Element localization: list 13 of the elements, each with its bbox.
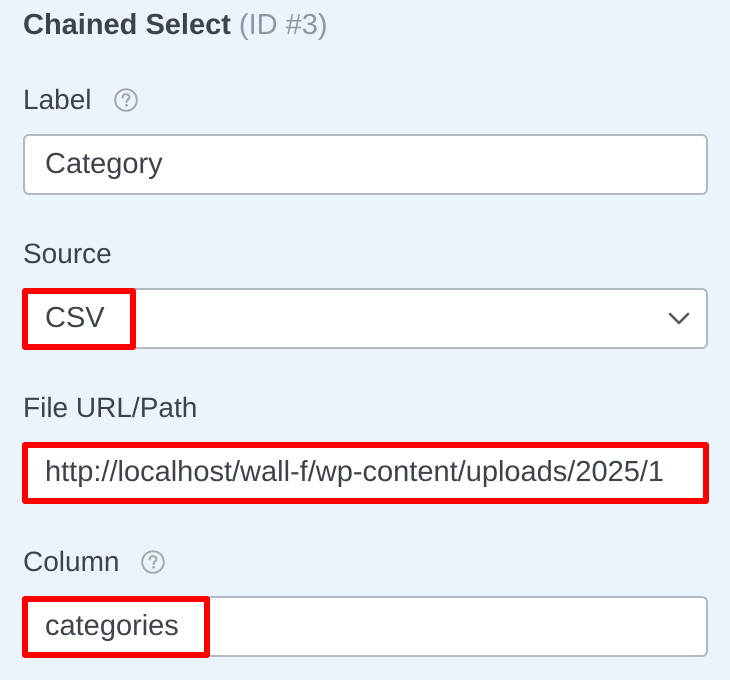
select-dropdown[interactable]: CSV [23,288,708,349]
field-label: File URL/Path [23,391,198,425]
text-input[interactable]: http://localhost/wall-f/wp-content/uploads/2025/1 [23,442,708,503]
help-icon[interactable] [141,550,166,574]
field-id-label: (ID #3) [238,8,328,43]
chevron-down-icon [668,312,690,325]
help-icon[interactable] [114,88,138,112]
field-label: Column [23,545,120,579]
text-input[interactable]: Category [23,134,708,195]
panel-title: Chained Select [23,8,231,43]
field-label: Label [23,83,92,117]
text-input[interactable]: categories [23,596,708,657]
field-label: Source [23,237,112,271]
